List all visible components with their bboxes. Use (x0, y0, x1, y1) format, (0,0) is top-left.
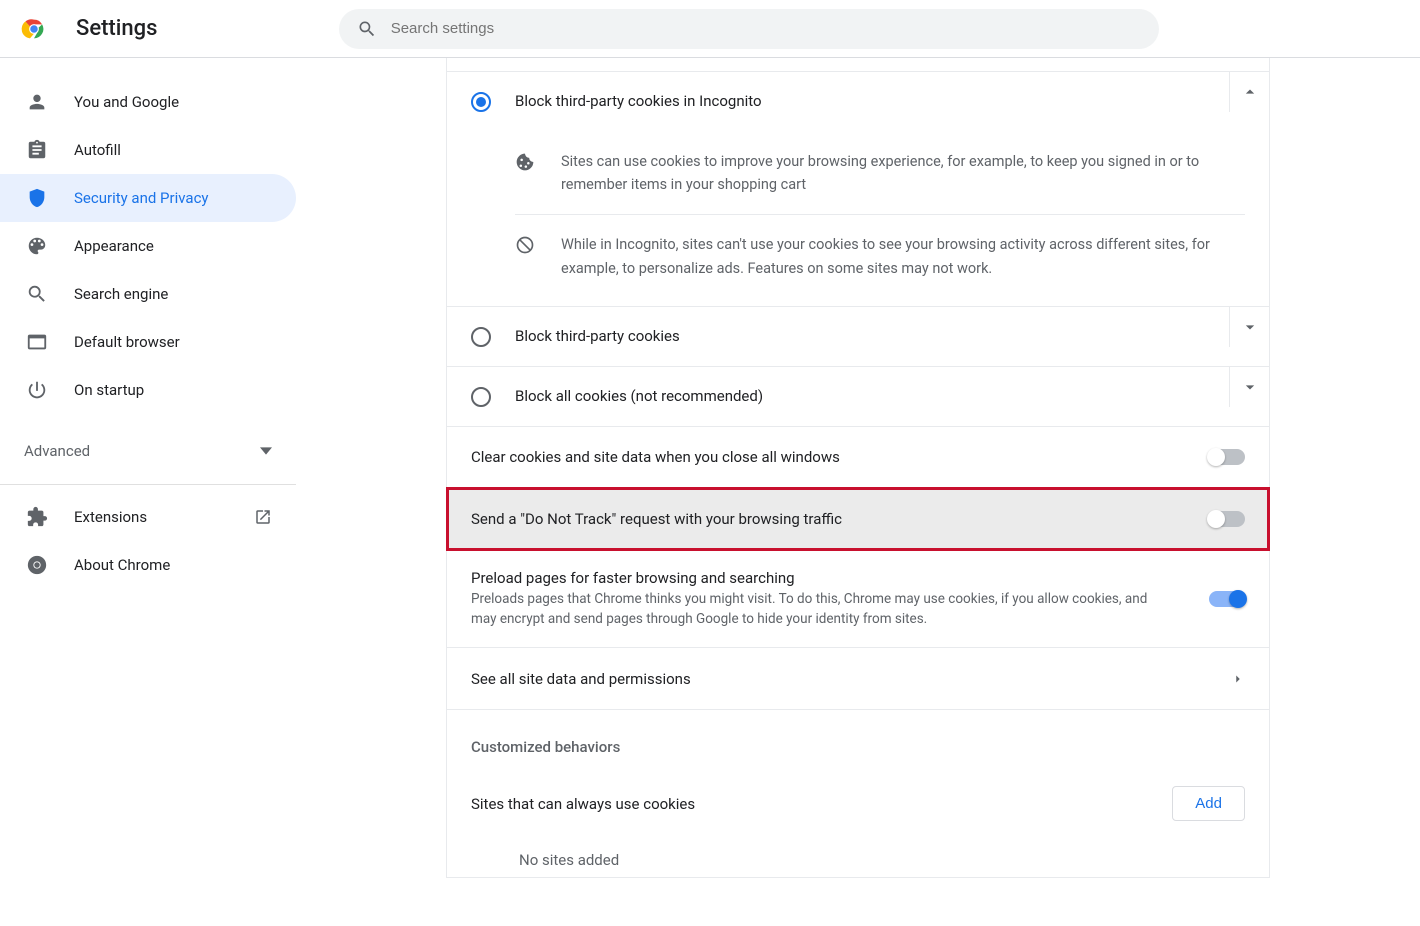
main-content: Block third-party cookies in Incognito S… (296, 58, 1420, 878)
expand-button[interactable] (1229, 367, 1269, 407)
option-details: Sites can use cookies to improve your br… (447, 132, 1269, 306)
search-icon (26, 283, 48, 305)
sidebar-item-default-browser[interactable]: Default browser (0, 318, 296, 366)
cookie-icon (515, 150, 537, 196)
sidebar-advanced[interactable]: Advanced (0, 426, 296, 476)
sidebar-item-on-startup[interactable]: On startup (0, 366, 296, 414)
radio-unselected[interactable] (471, 387, 491, 407)
chrome-icon (26, 554, 48, 576)
option-label: Block third-party cookies in Incognito (515, 90, 1229, 110)
page-title: Settings (76, 16, 157, 41)
shield-icon (26, 187, 48, 209)
header: Settings (0, 0, 1420, 58)
setting-title: Clear cookies and site data when you clo… (471, 448, 1209, 466)
detail-text: Sites can use cookies to improve your br… (561, 150, 1245, 196)
caret-down-icon (260, 445, 272, 457)
toggle-off[interactable] (1209, 449, 1245, 465)
chevron-up-icon (1240, 82, 1260, 102)
sidebar-item-label: About Chrome (74, 556, 170, 574)
setting-do-not-track[interactable]: Send a "Do Not Track" request with your … (447, 488, 1269, 550)
advanced-label: Advanced (24, 442, 90, 460)
open-in-new-icon (254, 508, 272, 526)
setting-see-all-site-data[interactable]: See all site data and permissions (447, 647, 1269, 709)
setting-preload[interactable]: Preload pages for faster browsing and se… (447, 550, 1269, 648)
sidebar-item-appearance[interactable]: Appearance (0, 222, 296, 270)
search-input[interactable] (391, 20, 1141, 37)
setting-clear-on-close[interactable]: Clear cookies and site data when you clo… (447, 426, 1269, 488)
sidebar-item-search-engine[interactable]: Search engine (0, 270, 296, 318)
search-settings[interactable] (339, 9, 1159, 49)
sidebar-item-label: You and Google (74, 93, 179, 111)
sidebar-item-label: Security and Privacy (74, 189, 209, 207)
sidebar-item-autofill[interactable]: Autofill (0, 126, 296, 174)
sidebar-item-label: Autofill (74, 141, 121, 159)
expand-button[interactable] (1229, 307, 1269, 347)
sidebar-item-you-and-google[interactable]: You and Google (0, 78, 296, 126)
radio-unselected[interactable] (471, 327, 491, 347)
palette-icon (26, 235, 48, 257)
person-icon (26, 91, 48, 113)
clipboard-icon (26, 139, 48, 161)
detail-text: While in Incognito, sites can't use your… (561, 233, 1245, 279)
block-icon (515, 233, 537, 279)
empty-state: No sites added (447, 843, 1269, 877)
sidebar-item-security-privacy[interactable]: Security and Privacy (0, 174, 296, 222)
chevron-down-icon (1240, 317, 1260, 337)
cookie-option-block-third[interactable]: Block third-party cookies (447, 306, 1269, 366)
browser-icon (26, 331, 48, 353)
sidebar: You and Google Autofill Security and Pri… (0, 58, 296, 878)
toggle-off[interactable] (1209, 511, 1245, 527)
setting-subtitle: Preloads pages that Chrome thinks you mi… (471, 589, 1209, 630)
setting-title: Preload pages for faster browsing and se… (471, 569, 1209, 587)
sidebar-item-label: Extensions (74, 508, 147, 526)
section-heading: Customized behaviors (447, 709, 1269, 774)
option-label: Block third-party cookies (515, 325, 1229, 345)
sites-always-row: Sites that can always use cookies Add (447, 774, 1269, 843)
cookie-option-block-incognito[interactable]: Block third-party cookies in Incognito (447, 72, 1269, 132)
add-button[interactable]: Add (1172, 786, 1245, 821)
option-label: Block all cookies (not recommended) (515, 385, 1229, 405)
sidebar-item-about-chrome[interactable]: About Chrome (0, 541, 296, 589)
collapse-button[interactable] (1229, 72, 1269, 112)
sites-always-label: Sites that can always use cookies (471, 795, 695, 813)
chevron-right-icon (1231, 672, 1245, 686)
sidebar-item-label: Search engine (74, 285, 168, 303)
chrome-logo-icon (20, 15, 48, 43)
setting-title: See all site data and permissions (471, 670, 1231, 688)
cookie-option-block-all[interactable]: Block all cookies (not recommended) (447, 366, 1269, 426)
sidebar-item-extensions[interactable]: Extensions (0, 493, 254, 541)
chevron-down-icon (1240, 377, 1260, 397)
power-icon (26, 379, 48, 401)
setting-title: Send a "Do Not Track" request with your … (471, 510, 1209, 528)
extension-icon (26, 506, 48, 528)
toggle-on[interactable] (1209, 591, 1245, 607)
sidebar-item-label: Appearance (74, 237, 154, 255)
divider (0, 484, 296, 485)
search-icon (357, 19, 377, 39)
sidebar-item-label: On startup (74, 381, 144, 399)
radio-selected[interactable] (471, 92, 491, 112)
sidebar-item-label: Default browser (74, 333, 180, 351)
